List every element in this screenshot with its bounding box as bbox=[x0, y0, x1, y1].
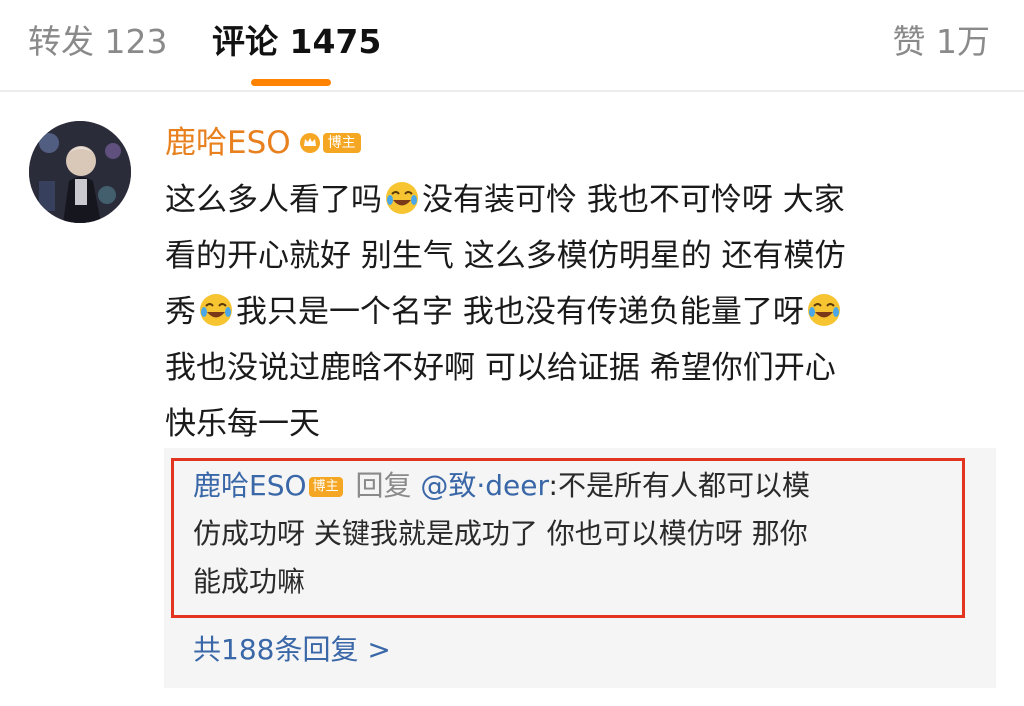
comment-text-segment: 我只是一个名字 我也没有传递负能量了呀 bbox=[236, 294, 804, 330]
more-replies-link[interactable]: 共188条回复 > bbox=[193, 630, 391, 670]
mention-link[interactable]: @致·deer bbox=[420, 469, 548, 502]
comment-text-segment: 我也没说过鹿晗不好啊 可以给证据 希望你们开心 bbox=[165, 350, 836, 386]
laughing-crying-emoji-icon bbox=[200, 294, 232, 326]
comment-username[interactable]: 鹿哈ESO bbox=[165, 123, 291, 163]
tab-repost[interactable]: 转发 123 bbox=[28, 22, 167, 62]
comment-tab-bar: 转发 123 评论 1475 赞 1万 bbox=[0, 0, 1024, 92]
blogger-badge: 博主 bbox=[322, 133, 361, 153]
avatar[interactable] bbox=[29, 121, 131, 223]
tab-likes[interactable]: 赞 1万 bbox=[893, 22, 991, 62]
blogger-badge: 博主 bbox=[308, 477, 343, 497]
reply-username[interactable]: 鹿哈ESO bbox=[193, 469, 307, 502]
comment-text-segment: 秀 bbox=[165, 294, 196, 330]
laughing-crying-emoji-icon bbox=[807, 294, 840, 326]
comment-text: 这么多人看了吗 没有装可怜 我也不可怜呀 大家 看的开心就好 别生气 这么多模仿明… bbox=[165, 172, 985, 452]
reply-label: 回复 bbox=[355, 469, 412, 502]
reply-text-segment: 仿成功呀 关键我就是成功了 你也可以模仿呀 那你 bbox=[193, 517, 808, 550]
tab-comments[interactable]: 评论 1475 bbox=[212, 22, 381, 62]
crown-icon bbox=[299, 133, 320, 153]
comment-text-segment: 这么多人看了吗 bbox=[165, 182, 382, 218]
reply-text-segment: 能成功嘛 bbox=[193, 565, 306, 598]
reply-item[interactable]: 鹿哈ESO 博主 回复 @致·deer:不是所有人都可以模 仿成功呀 关键我就是成… bbox=[193, 462, 963, 606]
laughing-crying-emoji-icon bbox=[386, 182, 418, 214]
comment-author-row: 鹿哈ESO 博主 bbox=[165, 122, 361, 164]
active-tab-indicator bbox=[251, 79, 331, 86]
comment-text-segment: 没有装可怜 我也不可怜呀 大家 bbox=[422, 182, 845, 218]
comment-text-segment: 看的开心就好 别生气 这么多模仿明星的 还有模仿 bbox=[165, 238, 846, 274]
comment-text-segment: 快乐每一天 bbox=[165, 406, 320, 442]
reply-text-segment: :不是所有人都可以模 bbox=[548, 469, 810, 502]
